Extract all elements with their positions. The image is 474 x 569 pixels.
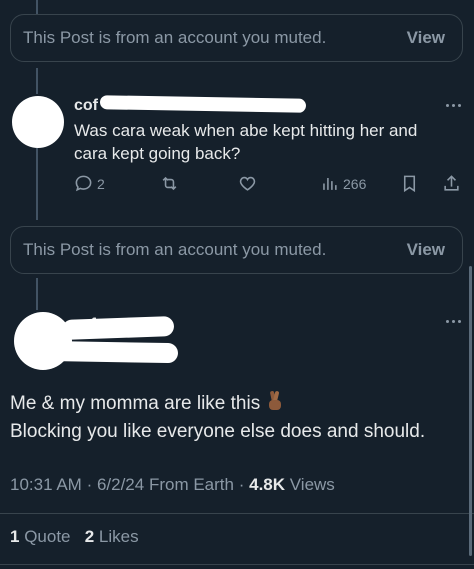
quotes-stat[interactable]: 1 Quote xyxy=(10,527,71,546)
reply-button[interactable]: 2 xyxy=(74,174,105,193)
thread-line-mid2 xyxy=(36,148,38,220)
reply-post-text: Was cara weak when abe kept hitting her … xyxy=(74,121,418,163)
views-icon xyxy=(323,177,337,190)
redacted-name-scribble-2 xyxy=(61,316,175,340)
post-date[interactable]: 6/2/24 xyxy=(97,475,144,494)
muted-notice-text-2: This Post is from an account you muted. xyxy=(23,240,327,259)
scrollbar[interactable] xyxy=(469,266,472,556)
share-icon xyxy=(444,175,459,191)
more-icon[interactable] xyxy=(446,104,461,107)
views-button[interactable]: 266 xyxy=(320,174,366,193)
like-icon xyxy=(239,176,256,191)
post-meta: 10:31 AM · 6/2/24 From Earth · 4.8K View… xyxy=(10,475,335,494)
quotes-count: 1 xyxy=(10,527,20,546)
post-stats: 1 Quote 2 Likes xyxy=(10,527,139,547)
likes-count: 2 xyxy=(84,527,95,546)
divider xyxy=(0,513,474,514)
reply-icon xyxy=(75,175,92,192)
main-post-line2: Blocking you like everyone else does and… xyxy=(10,421,426,442)
share-button[interactable] xyxy=(442,174,461,193)
likes-label: Likes xyxy=(98,527,139,546)
action-bar: 2 266 xyxy=(74,174,464,198)
avatar[interactable] xyxy=(12,96,64,148)
likes-stat[interactable]: 2 Likes xyxy=(85,527,139,546)
divider-bottom xyxy=(0,564,474,565)
thread-line-top xyxy=(36,0,38,14)
post-source: From Earth xyxy=(148,475,234,494)
views-count: 266 xyxy=(343,175,367,192)
muted-post-notice: This Post is from an account you muted. … xyxy=(10,14,463,62)
post-views-count: 4.8K xyxy=(249,475,286,494)
redacted-handle-scribble xyxy=(39,340,179,364)
post-time[interactable]: 10:31 AM xyxy=(10,475,82,494)
redacted-name-scribble xyxy=(99,95,307,113)
crossed-fingers-emoji-icon xyxy=(268,391,281,410)
main-post-text: Me & my momma are like this Blocking you… xyxy=(10,390,425,446)
retweet-button[interactable] xyxy=(160,174,179,193)
post-views-label: Views xyxy=(289,475,335,494)
muted-notice-text: This Post is from an account you muted. xyxy=(23,28,327,47)
view-button-2[interactable]: View xyxy=(407,240,445,260)
thread-line-bottom xyxy=(36,278,38,310)
retweet-icon xyxy=(162,176,177,191)
bookmark-button[interactable] xyxy=(400,174,419,193)
like-button[interactable] xyxy=(238,174,257,193)
quotes-label: Quote xyxy=(24,527,71,546)
view-button[interactable]: View xyxy=(407,28,445,48)
main-post-line1: Me & my momma are like this xyxy=(10,393,261,414)
main-more-icon[interactable] xyxy=(446,320,461,323)
thread-line-mid xyxy=(36,68,38,94)
muted-post-notice-2: This Post is from an account you muted. … xyxy=(10,226,463,274)
author-handle[interactable]: cof xyxy=(74,97,98,115)
bookmark-icon xyxy=(403,175,416,193)
reply-count: 2 xyxy=(97,175,105,192)
